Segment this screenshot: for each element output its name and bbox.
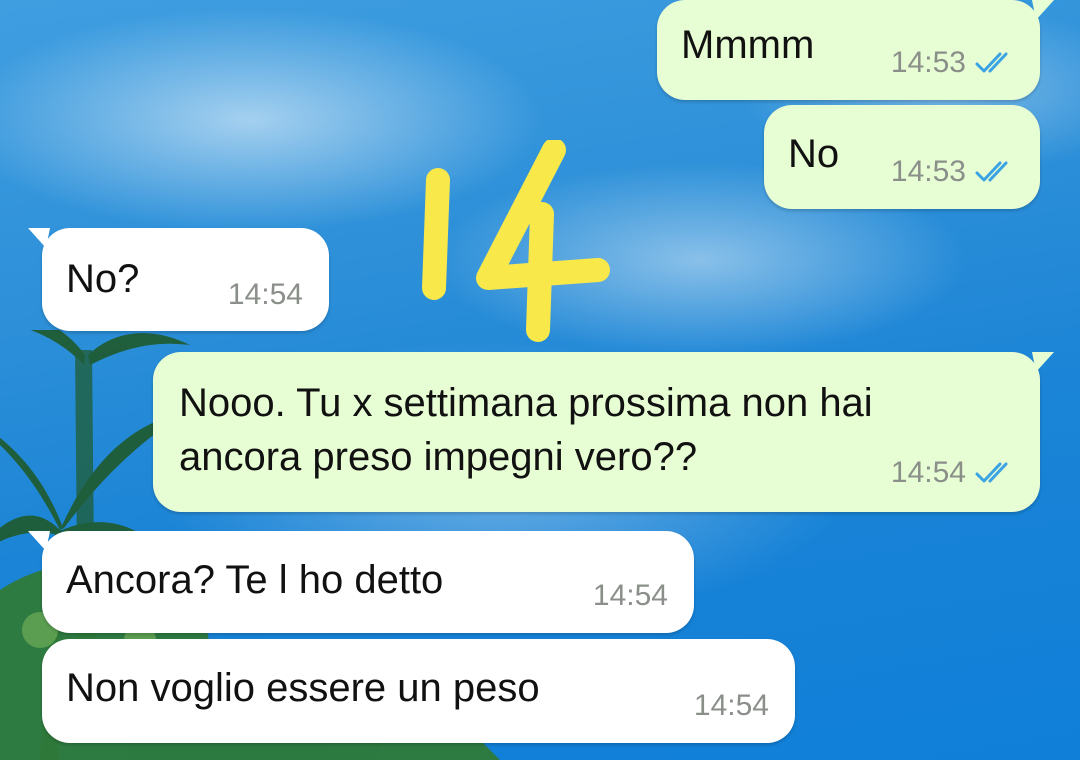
incoming-message-bubble[interactable]: No? 14:54	[28, 228, 329, 331]
read-double-check-icon	[975, 161, 1008, 182]
handwritten-14-sticker	[422, 140, 610, 342]
message-text: No?	[66, 257, 140, 301]
outgoing-message-bubble[interactable]: Mmmm 14:53	[657, 0, 1054, 100]
message-text: No	[788, 132, 840, 176]
outgoing-message-bubble[interactable]: No 14:53	[764, 105, 1040, 209]
bubble-tail-icon	[1032, 0, 1054, 20]
message-meta: 14:53	[891, 46, 1018, 80]
message-timestamp: 14:54	[890, 456, 966, 489]
message-timestamp: 14:54	[227, 278, 303, 311]
bubble-tail-icon	[28, 228, 50, 248]
message-meta: 14:54	[593, 579, 668, 613]
bubble-tail-icon	[28, 531, 50, 551]
message-meta: 14:53	[891, 155, 1018, 189]
read-double-check-icon	[975, 52, 1008, 73]
message-meta: 14:54	[694, 689, 769, 723]
read-double-check-icon	[975, 462, 1008, 483]
incoming-message-bubble[interactable]: Ancora? Te l ho detto 14:54	[28, 531, 694, 633]
message-text: Ancora? Te l ho detto	[66, 558, 444, 602]
message-timestamp: 14:53	[890, 46, 966, 79]
message-text: Non voglio essere un peso	[66, 666, 540, 710]
message-timestamp: 14:54	[693, 689, 769, 722]
message-timestamp: 14:53	[890, 155, 966, 188]
message-meta: 14:54	[228, 278, 303, 312]
message-text: Nooo. Tu x settimana prossima non hai an…	[179, 381, 873, 479]
message-meta: 14:54	[891, 456, 1018, 490]
bubble-tail-icon	[1032, 352, 1054, 372]
outgoing-message-bubble[interactable]: Nooo. Tu x settimana prossima non hai an…	[153, 352, 1054, 512]
message-timestamp: 14:54	[592, 579, 668, 612]
incoming-message-bubble[interactable]: Non voglio essere un peso 14:54	[42, 639, 795, 743]
message-text: Mmmm	[681, 23, 815, 67]
